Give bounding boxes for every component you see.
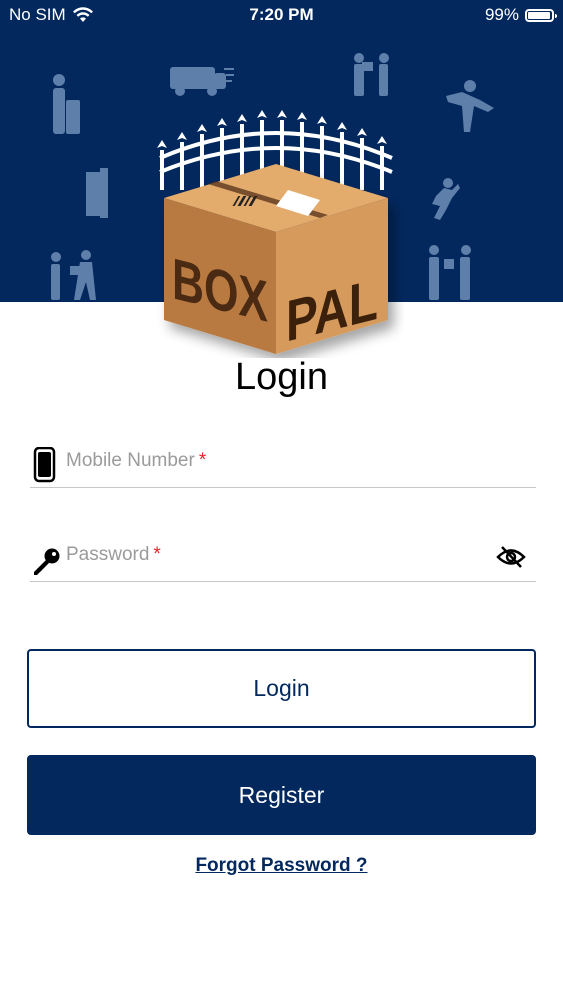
boxpal-logo: BOX PAL (157, 110, 393, 354)
battery-percent: 99% (484, 5, 519, 24)
register-button[interactable]: Register (27, 755, 536, 835)
battery-icon (525, 8, 557, 22)
page-title: Login (235, 356, 328, 398)
password-input[interactable] (64, 539, 484, 569)
phone-icon (33, 447, 56, 483)
status-bar: No SIM 7:20 PM 99% (0, 0, 563, 30)
password-field[interactable]: Password * (30, 521, 536, 582)
login-button[interactable]: Login (27, 649, 536, 728)
key-icon (34, 548, 60, 575)
mobile-number-input[interactable] (64, 445, 484, 475)
status-time: 7:20 PM (249, 5, 314, 24)
eye-off-icon[interactable] (496, 545, 526, 569)
mobile-number-field[interactable]: Mobile Number * (30, 427, 536, 488)
forgot-password-link[interactable]: Forgot Password ? (0, 855, 563, 877)
